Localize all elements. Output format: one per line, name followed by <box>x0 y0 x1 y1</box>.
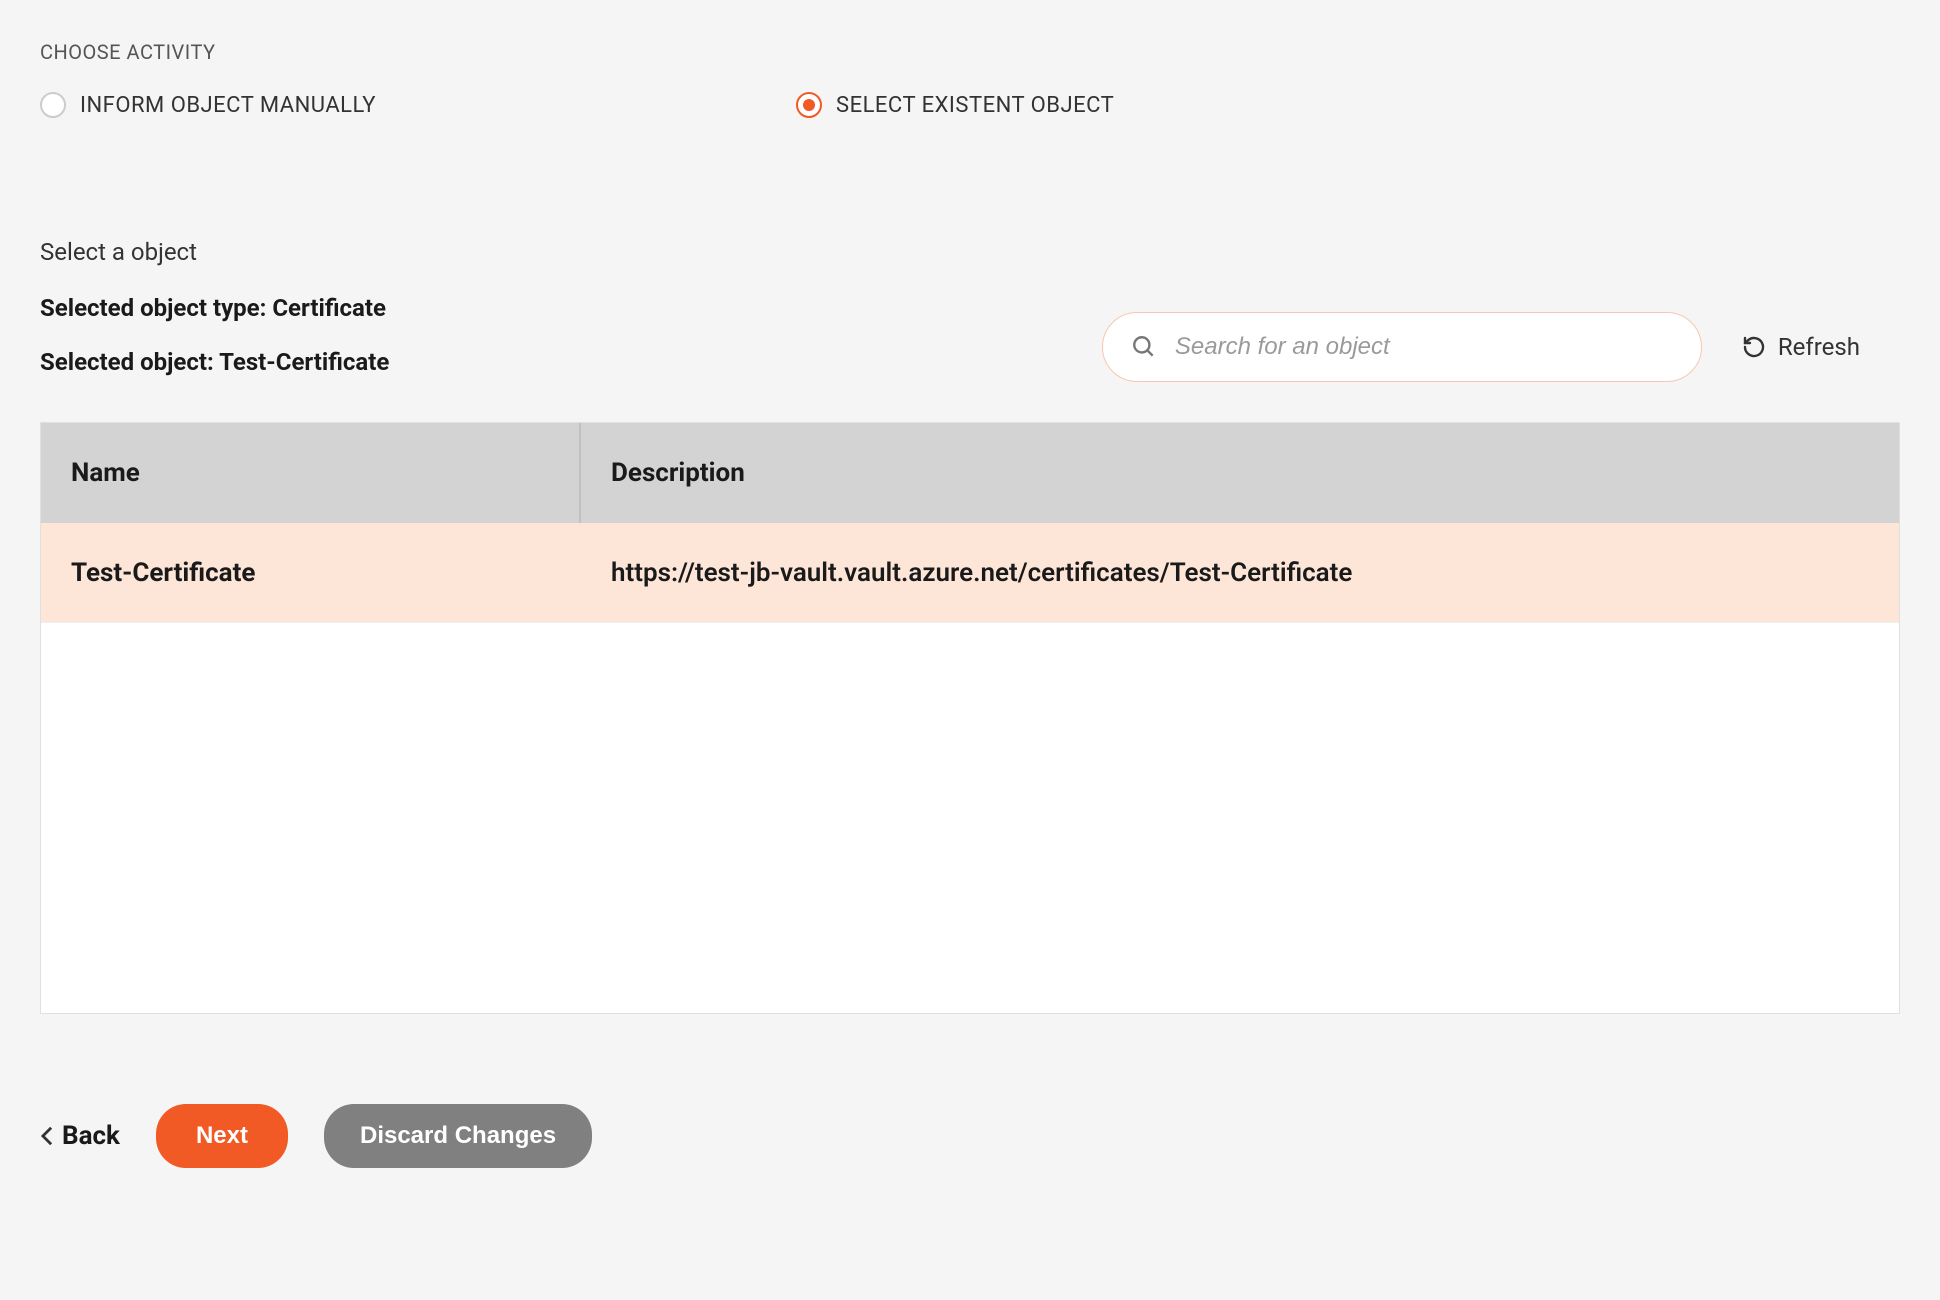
search-input[interactable] <box>1175 333 1673 361</box>
back-label: Back <box>62 1121 120 1151</box>
column-header-name: Name <box>41 423 581 523</box>
refresh-label: Refresh <box>1778 333 1860 361</box>
radio-label: SELECT EXISTENT OBJECT <box>836 93 1114 118</box>
search-field[interactable] <box>1102 312 1702 382</box>
column-header-description: Description <box>581 458 1899 488</box>
discard-button[interactable]: Discard Changes <box>324 1104 592 1168</box>
cell-description: https://test-jb-vault.vault.azure.net/ce… <box>581 558 1899 588</box>
radio-icon <box>40 92 66 118</box>
section-label: CHOOSE ACTIVITY <box>40 40 1900 64</box>
select-object-title: Select a object <box>40 238 1900 266</box>
refresh-icon <box>1742 335 1766 359</box>
footer-actions: Back Next Discard Changes <box>40 1104 1900 1168</box>
table-header: Name Description <box>41 423 1899 523</box>
table-empty-space <box>41 623 1899 1013</box>
radio-icon <box>796 92 822 118</box>
table-row[interactable]: Test-Certificate https://test-jb-vault.v… <box>41 523 1899 623</box>
cell-name: Test-Certificate <box>41 558 581 588</box>
chevron-left-icon <box>40 1125 54 1147</box>
radio-select-existent[interactable]: SELECT EXISTENT OBJECT <box>796 92 1114 118</box>
radio-dot-icon <box>803 99 815 111</box>
radio-label: INFORM OBJECT MANUALLY <box>80 93 376 118</box>
refresh-button[interactable]: Refresh <box>1742 333 1860 361</box>
next-button[interactable]: Next <box>156 1104 288 1168</box>
activity-radio-group: INFORM OBJECT MANUALLY SELECT EXISTENT O… <box>40 92 1900 118</box>
back-button[interactable]: Back <box>40 1121 120 1151</box>
radio-inform-manually[interactable]: INFORM OBJECT MANUALLY <box>40 92 376 118</box>
search-icon <box>1131 334 1157 360</box>
object-table: Name Description Test-Certificate https:… <box>40 422 1900 1014</box>
